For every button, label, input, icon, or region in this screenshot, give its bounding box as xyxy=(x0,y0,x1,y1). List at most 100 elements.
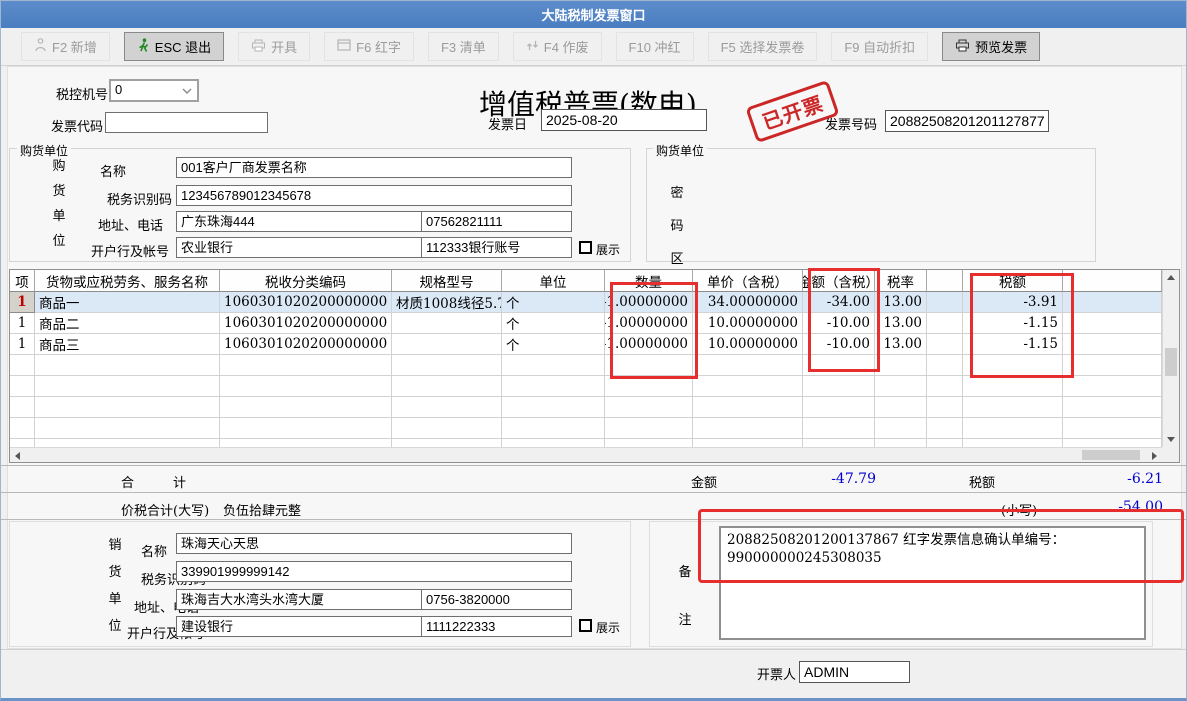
cell-qty[interactable]: -1.00000000 xyxy=(605,313,693,334)
seller-show-checkbox[interactable] xyxy=(579,619,592,632)
cell-name[interactable]: 商品三 xyxy=(35,334,220,355)
cell-blank[interactable] xyxy=(927,334,963,355)
buyer-taxid-label: 税务识别码 xyxy=(107,189,172,208)
cell-qty[interactable]: -1.00000000 xyxy=(605,334,693,355)
vertical-scrollbar[interactable] xyxy=(1162,270,1179,447)
cell-amount[interactable]: -10.00 xyxy=(803,313,875,334)
cell-price[interactable]: 10.00000000 xyxy=(693,334,803,355)
table-row[interactable]: 1 商品一 1060301020200000000 材质1008线径5.75 个… xyxy=(10,292,1162,313)
horizontal-scrollbar[interactable] xyxy=(10,447,1162,462)
window-icon xyxy=(337,39,351,54)
cell-blank[interactable] xyxy=(927,313,963,334)
button-label: F6 红字 xyxy=(356,37,401,56)
issue-button[interactable]: 开具 xyxy=(238,32,310,61)
esc-exit-button[interactable]: ESC 退出 xyxy=(124,32,224,61)
tax-machine-combo[interactable]: 0 xyxy=(109,79,199,102)
scrollbar-corner xyxy=(1162,447,1179,462)
cell-code[interactable]: 1060301020200000000 xyxy=(220,334,392,355)
seller-name-label: 名称 xyxy=(141,541,167,560)
title-bar[interactable]: 大陆税制发票窗口 xyxy=(1,1,1186,28)
cell-tax[interactable]: -1.15 xyxy=(963,334,1063,355)
empty-row[interactable] xyxy=(10,418,1162,439)
cell-unit[interactable]: 个 xyxy=(502,292,605,313)
invoice-code-label: 发票代码 xyxy=(51,116,103,135)
buyer-phone-field[interactable]: 07562821111 xyxy=(421,211,572,232)
select-roll-f5-button[interactable]: F5 选择发票卷 xyxy=(708,32,818,61)
cell-filler[interactable] xyxy=(1063,292,1162,313)
cell-price[interactable]: 34.00000000 xyxy=(693,292,803,313)
seller-name-field[interactable]: 珠海天心天思 xyxy=(176,533,572,554)
buyer-account-field[interactable]: 112333银行账号 xyxy=(421,237,572,258)
cell-filler[interactable] xyxy=(1063,334,1162,355)
seller-addr-field[interactable]: 珠海吉大水湾头水湾大厦 xyxy=(176,589,422,610)
items-grid[interactable]: 项 货物或应税劳务、服务名称 税收分类编码 规格型号 单位 数量 单价（含税） … xyxy=(10,270,1162,447)
list-f3-button[interactable]: F3 清单 xyxy=(428,32,499,61)
cell-tax[interactable]: -3.91 xyxy=(963,292,1063,313)
person-icon xyxy=(34,38,47,55)
remark-textarea[interactable]: 20882508201200137867 红字发票信息确认单编号：9900000… xyxy=(719,526,1146,640)
cell-code[interactable]: 1060301020200000000 xyxy=(220,292,392,313)
cell-code[interactable]: 1060301020200000000 xyxy=(220,313,392,334)
col-code: 税收分类编码 xyxy=(220,270,392,292)
empty-row[interactable] xyxy=(10,439,1162,447)
cell-unit[interactable]: 个 xyxy=(502,334,605,355)
chevron-down-icon[interactable] xyxy=(177,81,197,100)
cell-qty[interactable]: -1.00000000 xyxy=(605,292,693,313)
cell-name[interactable]: 商品一 xyxy=(35,292,220,313)
scroll-down-icon[interactable] xyxy=(1167,437,1175,442)
invoice-no-label: 发票号码 xyxy=(825,114,877,133)
seller-account-field[interactable]: 1111222333 xyxy=(421,616,572,637)
cell-rate[interactable]: 13.00 xyxy=(875,292,927,313)
issuer-field[interactable]: ADMIN xyxy=(799,661,910,683)
buyer-addr-field[interactable]: 广东珠海444 xyxy=(176,211,422,232)
total-tax-value: -6.21 xyxy=(1081,471,1163,487)
cell-spec[interactable] xyxy=(392,313,502,334)
cell-amount[interactable]: -10.00 xyxy=(803,334,875,355)
buyer-name-field[interactable]: 001客户厂商发票名称 xyxy=(176,157,572,178)
cell-spec[interactable]: 材质1008线径5.75 xyxy=(392,292,502,313)
cell-unit[interactable]: 个 xyxy=(502,313,605,334)
window-title: 大陆税制发票窗口 xyxy=(541,5,645,24)
cell-rate[interactable]: 13.00 xyxy=(875,313,927,334)
empty-row[interactable] xyxy=(10,355,1162,376)
cell-amount[interactable]: -34.00 xyxy=(803,292,875,313)
table-row[interactable]: 1 商品二 1060301020200000000 个 -1.00000000 … xyxy=(10,313,1162,334)
tax-machine-value: 0 xyxy=(111,81,177,100)
scroll-right-icon[interactable] xyxy=(1152,452,1157,460)
preview-invoice-button[interactable]: 预览发票 xyxy=(942,32,1040,61)
buyer-show-checkbox[interactable] xyxy=(579,241,592,254)
col-tax: 税额 xyxy=(963,270,1063,292)
empty-row[interactable] xyxy=(10,376,1162,397)
cell-seq[interactable]: 1 xyxy=(10,334,35,355)
invoice-no-field[interactable]: 20882508201201127877 xyxy=(885,110,1049,132)
empty-row[interactable] xyxy=(10,397,1162,418)
cell-seq[interactable]: 1 xyxy=(10,313,35,334)
invoice-date-field[interactable]: 2025-08-20 xyxy=(541,109,707,131)
cell-seq[interactable]: 1 xyxy=(10,292,35,313)
cell-tax[interactable]: -1.15 xyxy=(963,313,1063,334)
horizontal-scroll-thumb[interactable] xyxy=(1082,450,1140,460)
buyer-bank-field[interactable]: 农业银行 xyxy=(176,237,422,258)
red-invoice-f6-button[interactable]: F6 红字 xyxy=(324,32,414,61)
cell-filler[interactable] xyxy=(1063,313,1162,334)
scroll-left-icon[interactable] xyxy=(15,452,20,460)
scroll-up-icon[interactable] xyxy=(1167,275,1175,280)
buyer-taxid-field[interactable]: 123456789012345678 xyxy=(176,185,572,206)
seller-phone-field[interactable]: 0756-3820000 xyxy=(421,589,572,610)
seller-taxid-field[interactable]: 339901999999142 xyxy=(176,561,572,582)
seller-bank-field[interactable]: 建设银行 xyxy=(176,616,422,637)
reverse-red-f10-button[interactable]: F10 冲红 xyxy=(616,32,694,61)
cell-spec[interactable] xyxy=(392,334,502,355)
vertical-scroll-thumb[interactable] xyxy=(1165,348,1177,376)
toolbar: F2 新增 ESC 退出 开具 F6 红字 F3 清单 F4 作废 F10 冲红… xyxy=(1,28,1186,66)
cell-blank[interactable] xyxy=(927,292,963,313)
auto-discount-f9-button[interactable]: F9 自动折扣 xyxy=(831,32,928,61)
cell-price[interactable]: 10.00000000 xyxy=(693,313,803,334)
footer-bar xyxy=(1,649,1186,693)
void-f4-button[interactable]: F4 作废 xyxy=(513,32,602,61)
table-row[interactable]: 1 商品三 1060301020200000000 个 -1.00000000 … xyxy=(10,334,1162,355)
cell-name[interactable]: 商品二 xyxy=(35,313,220,334)
new-f2-button[interactable]: F2 新增 xyxy=(21,32,110,61)
invoice-code-field[interactable] xyxy=(105,112,268,133)
cell-rate[interactable]: 13.00 xyxy=(875,334,927,355)
